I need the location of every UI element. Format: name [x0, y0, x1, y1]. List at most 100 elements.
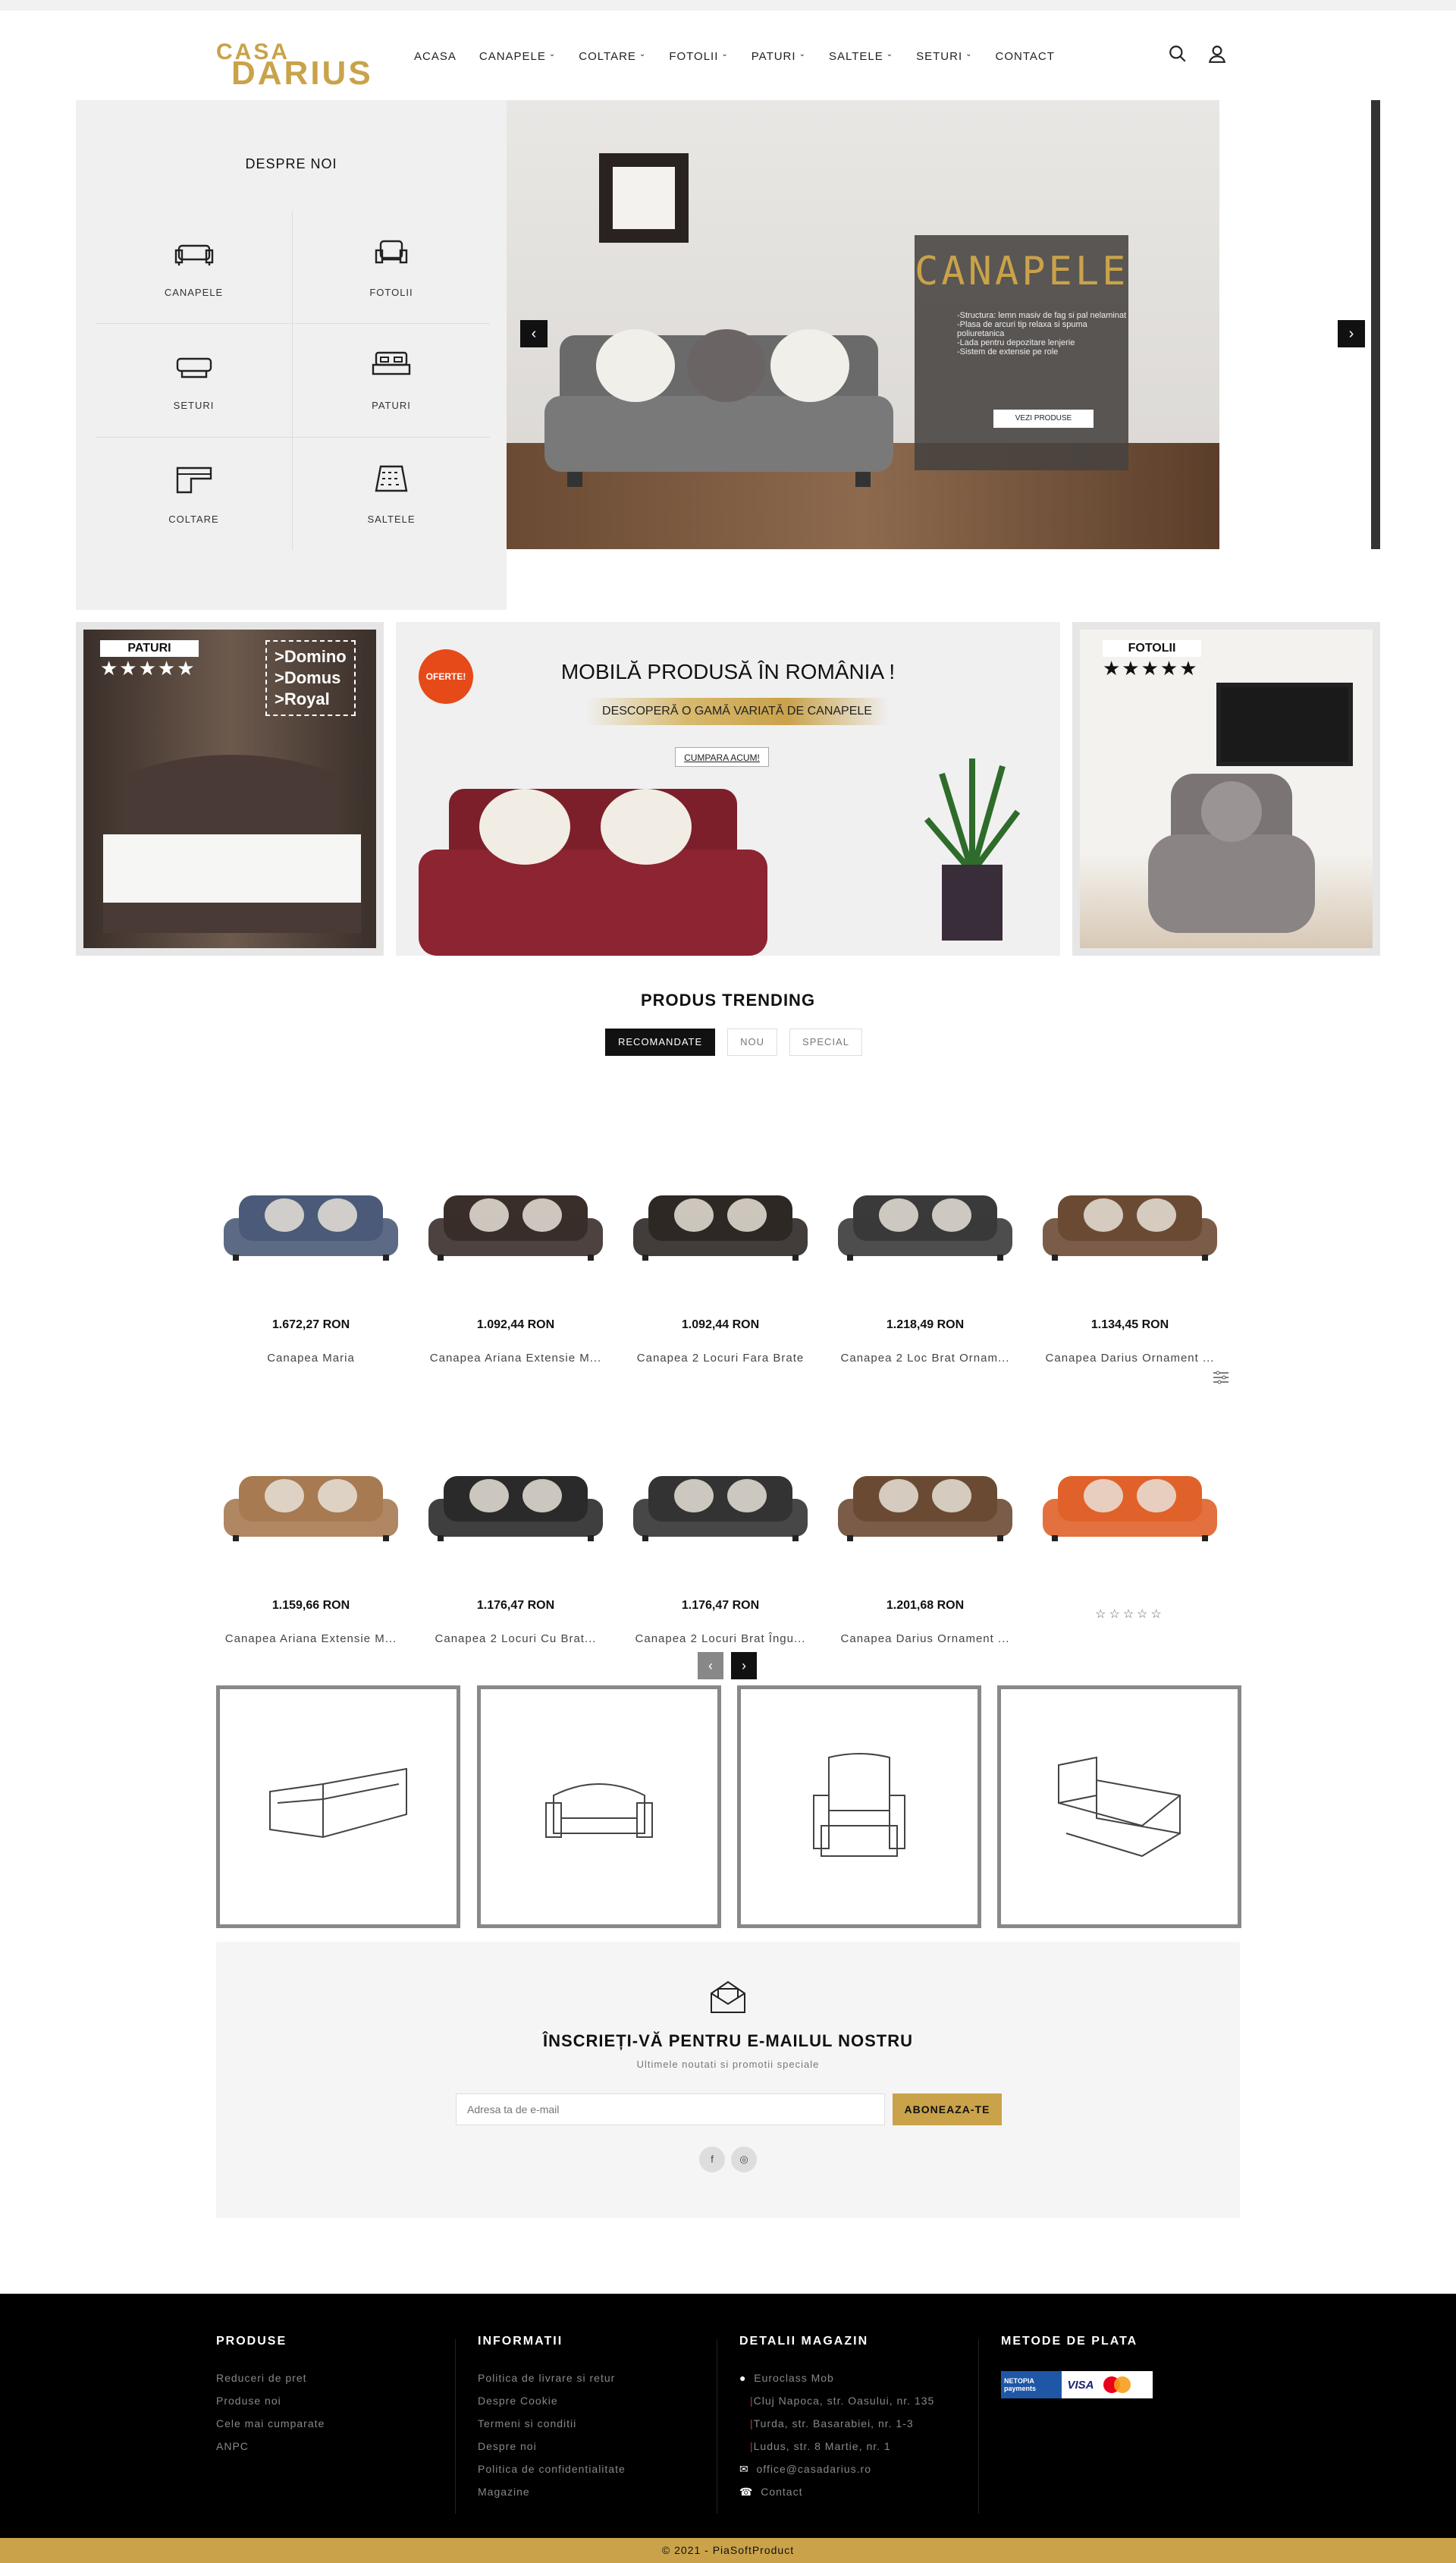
product-card[interactable]: 1.672,27 RON Canapea Maria [216, 1127, 406, 1400]
store-address-text: Ludus, str. 8 Martie, nr. 1 [753, 2440, 891, 2452]
category-seturi[interactable]: SETURI [96, 324, 293, 438]
logo[interactable]: CASA DARIUS [216, 39, 371, 92]
tab-special[interactable]: SPECIAL [789, 1029, 862, 1056]
tab-recomandate[interactable]: RECOMANDATE [605, 1029, 716, 1056]
banner-fotolii-image: FOTOLII ★★★★★ [1080, 630, 1373, 948]
footer-link[interactable]: Magazine [478, 2480, 626, 2503]
facebook-icon[interactable]: f [699, 2147, 725, 2172]
product-name[interactable]: Canapea 2 Locuri Fara Brate [626, 1352, 815, 1365]
instagram-icon[interactable]: ◎ [731, 2147, 757, 2172]
product-image[interactable] [1035, 1408, 1225, 1597]
footer-link[interactable]: Despre Cookie [478, 2389, 626, 2412]
product-card[interactable]: 1.159,66 RON Canapea Ariana Extensie M... [216, 1408, 406, 1681]
store-email[interactable]: ✉ office@casadarius.ro [739, 2458, 934, 2480]
view-products-button[interactable]: VEZI PRODUSE [993, 410, 1094, 428]
nav-item-paturi[interactable]: PATURI [752, 50, 796, 63]
red-sofa-image [419, 789, 767, 956]
nav-item-canapele[interactable]: CANAPELE [479, 50, 546, 63]
product-image[interactable] [830, 1408, 1020, 1597]
product-name[interactable]: Canapea Darius Ornament ... [830, 1632, 1020, 1645]
footer-produse: PRODUSE Reduceri de pret Produse noi Cel… [216, 2335, 325, 2458]
nav-item-saltele[interactable]: SALTELE [829, 50, 883, 63]
category-box-paturi[interactable] [997, 1685, 1241, 1928]
slider-next-button[interactable]: › [1338, 320, 1365, 347]
footer-link[interactable]: Politica de livrare si retur [478, 2367, 626, 2389]
store-contact[interactable]: ☎ Contact [739, 2480, 934, 2503]
search-icon[interactable] [1168, 44, 1188, 64]
slider-prev-button[interactable]: ‹ [520, 320, 548, 347]
user-icon[interactable] [1207, 44, 1227, 64]
product-image[interactable] [1035, 1127, 1225, 1317]
nav-item-acasa[interactable]: ACASA [414, 50, 457, 63]
nav-item-seturi[interactable]: SETURI [916, 50, 962, 63]
product-name[interactable]: Canapea 2 Loc Brat Ornam... [830, 1352, 1020, 1365]
product-name[interactable]: Canapea Ariana Extensie M... [216, 1632, 406, 1645]
product-card[interactable]: 1.134,45 RON Canapea Darius Ornament ... [1035, 1127, 1225, 1400]
category-box-coltare[interactable] [216, 1685, 460, 1928]
category-label: SETURI [173, 399, 215, 411]
category-fotolii[interactable]: FOTOLII [293, 211, 490, 325]
footer-informatii: INFORMATII Politica de livrare si retur … [478, 2335, 626, 2503]
email-input[interactable] [456, 2093, 885, 2125]
filter-icon[interactable] [1212, 1370, 1230, 1385]
product-card[interactable]: 1.218,49 RON Canapea 2 Loc Brat Ornam... [830, 1127, 1020, 1400]
product-card[interactable]: 1.201,68 RON Canapea Darius Ornament ... [830, 1408, 1020, 1681]
product-image[interactable] [421, 1408, 610, 1597]
next-slide-preview [1371, 100, 1380, 549]
product-image[interactable] [626, 1127, 815, 1317]
category-coltare[interactable]: COLTARE [96, 437, 293, 551]
banner-paturi[interactable]: PATURI ★★★★★ >Domino >Domus >Royal [76, 622, 384, 956]
footer-link[interactable]: Produse noi [216, 2389, 325, 2412]
banner-offers[interactable]: OFERTE! MOBILĂ PRODUSĂ ÎN ROMÂNIA ! DESC… [396, 622, 1060, 956]
product-card[interactable]: 1.176,47 RON Canapea 2 Locuri Cu Brat... [421, 1408, 610, 1681]
footer-link[interactable]: Cele mai cumparate [216, 2412, 325, 2435]
category-canapele[interactable]: CANAPELE [96, 211, 293, 325]
carousel-prev-button[interactable]: ‹ [698, 1652, 723, 1679]
store-address: |Cluj Napoca, str. Oasului, nr. 135 [750, 2395, 935, 2407]
tab-nou[interactable]: NOU [727, 1029, 778, 1056]
armchair-drawing [813, 1753, 905, 1857]
category-box-fotolii[interactable] [737, 1685, 981, 1928]
product-name[interactable]: Canapea Ariana Extensie M... [421, 1352, 610, 1365]
banner-fotolii[interactable]: FOTOLII ★★★★★ [1072, 622, 1380, 956]
category-saltele[interactable]: SALTELE [293, 438, 490, 551]
product-card[interactable]: 1.176,47 RON Canapea 2 Locuri Brat Îngu..… [626, 1408, 815, 1681]
banner-fotolii-stars: ★★★★★ [1103, 657, 1199, 680]
slide-title: CANAPELE [915, 249, 1129, 294]
product-card[interactable]: 1.092,44 RON Canapea 2 Locuri Fara Brate [626, 1127, 815, 1400]
footer-link[interactable]: Reduceri de pret [216, 2367, 325, 2389]
product-image[interactable] [830, 1127, 1020, 1317]
footer-link[interactable]: Politica de confidentialitate [478, 2458, 626, 2480]
slide-caption-box: CANAPELE -Structura: lemn masiv de fag s… [915, 235, 1128, 470]
product-image[interactable] [421, 1127, 610, 1317]
product-name[interactable]: Canapea 2 Locuri Brat Îngu... [626, 1632, 815, 1645]
product-price: 1.092,44 RON [681, 1318, 760, 1331]
store-name: ● Euroclass Mob [739, 2367, 934, 2389]
product-name[interactable]: Canapea Maria [216, 1352, 406, 1365]
footer-link[interactable]: ANPC [216, 2435, 325, 2458]
footer-heading: PRODUSE [216, 2335, 287, 2348]
carousel-next-button[interactable]: › [731, 1652, 757, 1679]
product-image[interactable] [216, 1408, 406, 1597]
nav-item-fotolii[interactable]: FOTOLII [669, 50, 718, 63]
sofa-image [224, 1476, 398, 1541]
subscribe-button[interactable]: ABONEAZA-TE [893, 2093, 1002, 2125]
bed-model: >Royal [275, 689, 330, 708]
product-image[interactable] [626, 1408, 815, 1597]
footer-link[interactable]: Termeni si conditii [478, 2412, 626, 2435]
corner-sofa-drawing [269, 1767, 407, 1839]
bed-image [103, 755, 361, 933]
product-name[interactable]: Canapea Darius Ornament ... [1035, 1352, 1225, 1365]
nav-item-contact[interactable]: CONTACT [996, 50, 1055, 63]
product-card[interactable]: ☆☆☆☆☆ [1035, 1408, 1225, 1681]
nav-item-coltare[interactable]: COLTARE [579, 50, 636, 63]
product-name[interactable]: Canapea 2 Locuri Cu Brat... [421, 1632, 610, 1645]
category-box-canapele[interactable] [477, 1685, 721, 1928]
footer-link[interactable]: Despre noi [478, 2435, 626, 2458]
product-card[interactable]: 1.092,44 RON Canapea Ariana Extensie M... [421, 1127, 610, 1400]
slide-description: -Structura: lemn masiv de fag si pal nel… [957, 311, 1128, 356]
footer-divider [978, 2339, 979, 2514]
product-image[interactable] [216, 1127, 406, 1317]
shop-now-button[interactable]: CUMPARA ACUM! [675, 747, 769, 767]
category-paturi[interactable]: PATURI [293, 324, 490, 438]
